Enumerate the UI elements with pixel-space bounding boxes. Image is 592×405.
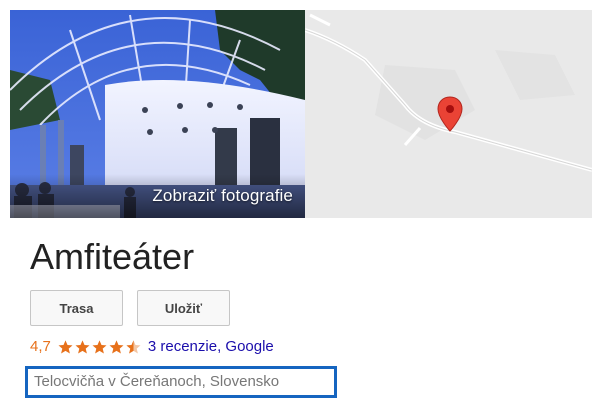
reviews-link[interactable]: 3 recenzie, Google [148, 338, 274, 355]
rating-value: 4,7 [30, 338, 51, 355]
map-pin-icon[interactable] [437, 96, 463, 132]
place-title: Amfiteáter [30, 236, 195, 277]
star-icon [92, 339, 107, 354]
place-card: Zobraziť fotografie Amfiteáter Trasa Ulo… [10, 10, 592, 405]
half-star-icon [126, 339, 141, 354]
rating-row: 4,7 3 recenzie, Google [30, 338, 274, 355]
rating-stars [57, 339, 142, 355]
star-icon [75, 339, 90, 354]
star-icon [109, 339, 124, 354]
category-highlight-box: Telocvičňa v Čereňanoch, Slovensko [25, 366, 337, 398]
map-preview[interactable] [305, 10, 592, 218]
show-photos-link[interactable]: Zobraziť fotografie [152, 186, 293, 206]
place-category: Telocvičňa v Čereňanoch, Slovensko [34, 373, 280, 390]
place-photo[interactable]: Zobraziť fotografie [10, 10, 305, 218]
save-button[interactable]: Uložiť [137, 290, 230, 326]
directions-button[interactable]: Trasa [30, 290, 123, 326]
star-icon [58, 339, 73, 354]
media-strip: Zobraziť fotografie [10, 10, 592, 218]
